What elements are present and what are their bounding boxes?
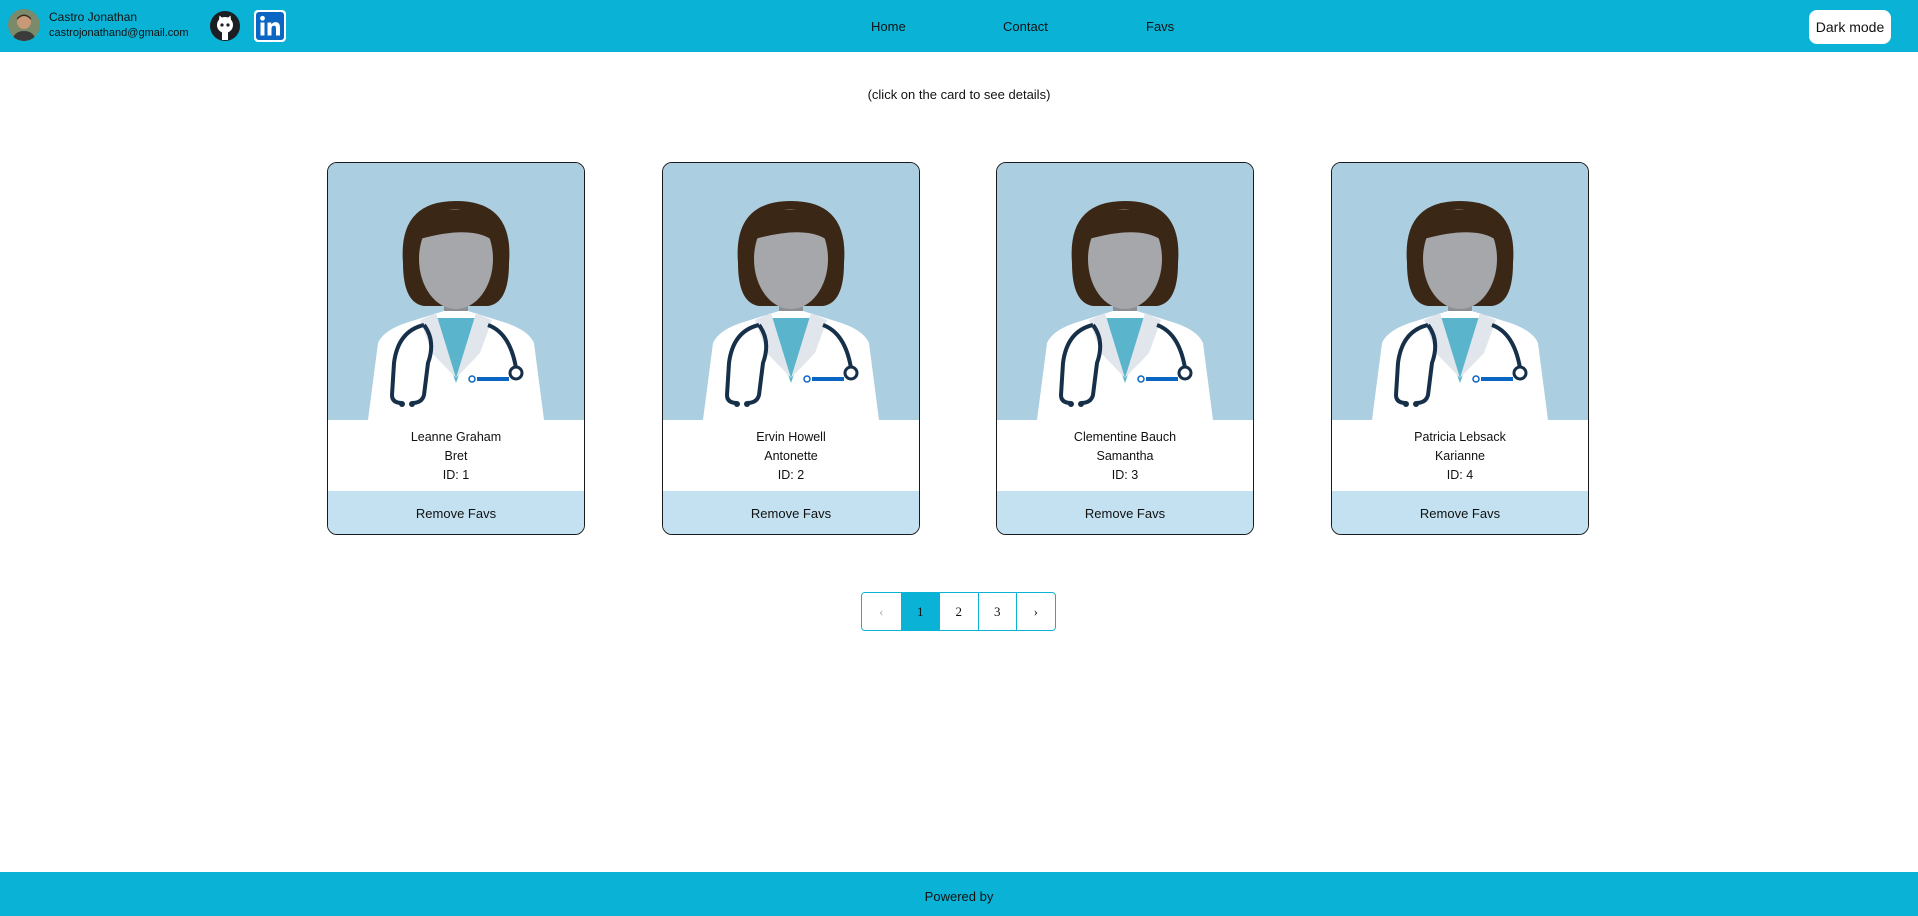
pagination-next[interactable]: ›	[1016, 593, 1055, 630]
card-name: Leanne Graham	[410, 430, 502, 444]
pagination-page-2[interactable]: 2	[939, 593, 978, 630]
card-username: Samantha	[1096, 449, 1154, 463]
nav-favs[interactable]: Favs	[1146, 19, 1174, 34]
card-id: ID: 2	[777, 468, 805, 482]
card-name: Clementine Bauch	[1073, 430, 1177, 444]
card-id: ID: 1	[442, 468, 470, 482]
doctor-card[interactable]: Patricia Lebsack Karianne ID: 4 Remove F…	[1331, 162, 1589, 535]
github-icon[interactable]	[208, 9, 242, 43]
card-username: Karianne	[1434, 449, 1486, 463]
top-navbar: Castro Jonathan castrojonathand@gmail.co…	[0, 0, 1918, 52]
pagination: ‹ 1 2 3 ›	[861, 592, 1056, 631]
pagination-page-3[interactable]: 3	[977, 593, 1016, 630]
remove-favs-button[interactable]: Remove Favs	[328, 491, 584, 534]
card-name: Ervin Howell	[756, 430, 826, 444]
pagination-prev[interactable]: ‹	[862, 593, 901, 630]
footer-text: Powered by	[924, 889, 994, 904]
card-username: Bret	[444, 449, 468, 463]
profile: Castro Jonathan castrojonathand@gmail.co…	[8, 9, 189, 41]
doctor-avatar-image	[1332, 163, 1588, 420]
doctor-avatar-image	[328, 163, 584, 420]
nav-contact[interactable]: Contact	[1003, 19, 1048, 34]
nav-home[interactable]: Home	[871, 19, 906, 34]
dark-mode-button[interactable]: Dark mode	[1809, 10, 1891, 44]
doctor-avatar-image	[663, 163, 919, 420]
card-username: Antonette	[764, 449, 818, 463]
card-hint: (click on the card to see details)	[867, 87, 1051, 102]
doctor-card[interactable]: Ervin Howell Antonette ID: 2 Remove Favs	[662, 162, 920, 535]
doctor-card[interactable]: Clementine Bauch Samantha ID: 3 Remove F…	[996, 162, 1254, 535]
card-name: Patricia Lebsack	[1414, 430, 1506, 444]
linkedin-icon[interactable]	[253, 9, 287, 43]
pagination-page-1[interactable]: 1	[900, 593, 939, 630]
profile-email: castrojonathand@gmail.com	[49, 27, 189, 39]
profile-name: Castro Jonathan	[49, 10, 138, 24]
doctor-card[interactable]: Leanne Graham Bret ID: 1 Remove Favs	[327, 162, 585, 535]
remove-favs-button[interactable]: Remove Favs	[663, 491, 919, 534]
avatar	[8, 9, 40, 41]
card-id: ID: 3	[1111, 468, 1139, 482]
doctor-avatar-image	[997, 163, 1253, 420]
remove-favs-button[interactable]: Remove Favs	[1332, 491, 1588, 534]
footer: Powered by	[0, 872, 1918, 916]
card-id: ID: 4	[1446, 468, 1474, 482]
remove-favs-button[interactable]: Remove Favs	[997, 491, 1253, 534]
